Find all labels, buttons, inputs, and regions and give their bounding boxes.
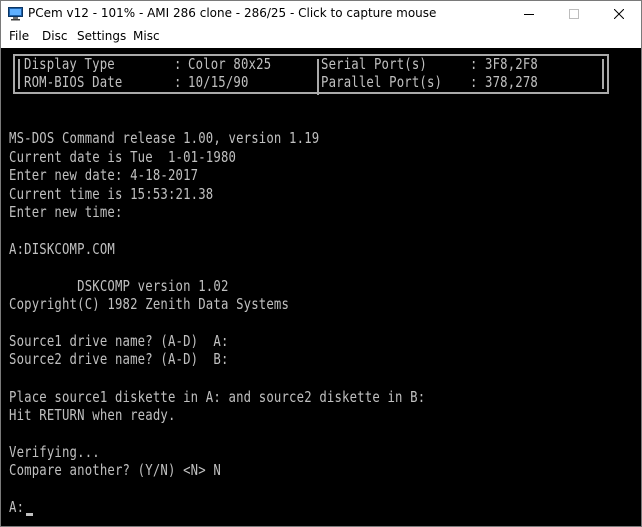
menu-bar: File Disc Settings Misc	[1, 27, 641, 47]
menu-disc[interactable]: Disc	[42, 29, 67, 43]
menu-misc[interactable]: Misc	[133, 29, 160, 43]
console-line: Enter new time:	[9, 203, 123, 221]
minimize-icon	[523, 13, 534, 15]
emulator-screen[interactable]: Display Type : Color 80x25 ROM-BIOS Date…	[1, 48, 641, 526]
console-line: Enter new date: 4-18-2017	[9, 166, 199, 184]
serial-ports-label: Serial Port(s)	[321, 55, 427, 73]
rom-bios-date-separator: :	[174, 73, 182, 91]
close-icon	[613, 8, 624, 19]
rom-bios-date-value: 10/15/90	[188, 73, 249, 91]
console-line: Compare another? (Y/N) <N> N	[9, 461, 221, 479]
display-type-value: Color 80x25	[188, 55, 272, 73]
close-button[interactable]	[596, 1, 641, 26]
console-line: Current time is 15:53:21.38	[9, 185, 214, 203]
display-type-separator: :	[174, 55, 182, 73]
console-line: Source2 drive name? (A-D) B:	[9, 350, 229, 368]
rom-bios-date-label: ROM-BIOS Date	[24, 73, 123, 91]
app-window: PCem v12 - 101% - AMI 286 clone - 286/25…	[0, 0, 642, 527]
window-title: PCem v12 - 101% - AMI 286 clone - 286/25…	[28, 6, 437, 20]
maximize-button[interactable]	[551, 1, 596, 26]
console-line: DSKCOMP version 1.02	[9, 277, 229, 295]
console-line: Place source1 diskette in A: and source2…	[9, 388, 426, 406]
minimize-button[interactable]	[506, 1, 551, 26]
parallel-ports-value: 378,278	[485, 73, 538, 91]
console-line: Source1 drive name? (A-D) A:	[9, 332, 229, 350]
serial-ports-separator: :	[470, 55, 478, 73]
serial-ports-value: 3F8,2F8	[485, 55, 538, 73]
console-line: Copyright(C) 1982 Zenith Data Systems	[9, 295, 290, 313]
pcem-app-icon	[8, 6, 23, 21]
parallel-ports-separator: :	[470, 73, 478, 91]
menu-settings[interactable]: Settings	[77, 29, 126, 43]
menu-file[interactable]: File	[9, 29, 29, 43]
command-prompt: A:	[9, 498, 25, 516]
text-cursor	[26, 513, 33, 516]
console-line: Hit RETURN when ready.	[9, 406, 176, 424]
bios-table-divider	[317, 59, 319, 95]
console-line: Current date is Tue 1-01-1980	[9, 148, 237, 166]
console-line: Verifying...	[9, 443, 100, 461]
display-type-label: Display Type	[24, 55, 115, 73]
console-line: A:DISKCOMP.COM	[9, 240, 115, 258]
maximize-icon	[568, 8, 579, 19]
title-bar[interactable]: PCem v12 - 101% - AMI 286 clone - 286/25…	[1, 1, 641, 26]
console-line: MS-DOS Command release 1.00, version 1.1…	[9, 129, 320, 147]
parallel-ports-label: Parallel Port(s)	[321, 73, 443, 91]
